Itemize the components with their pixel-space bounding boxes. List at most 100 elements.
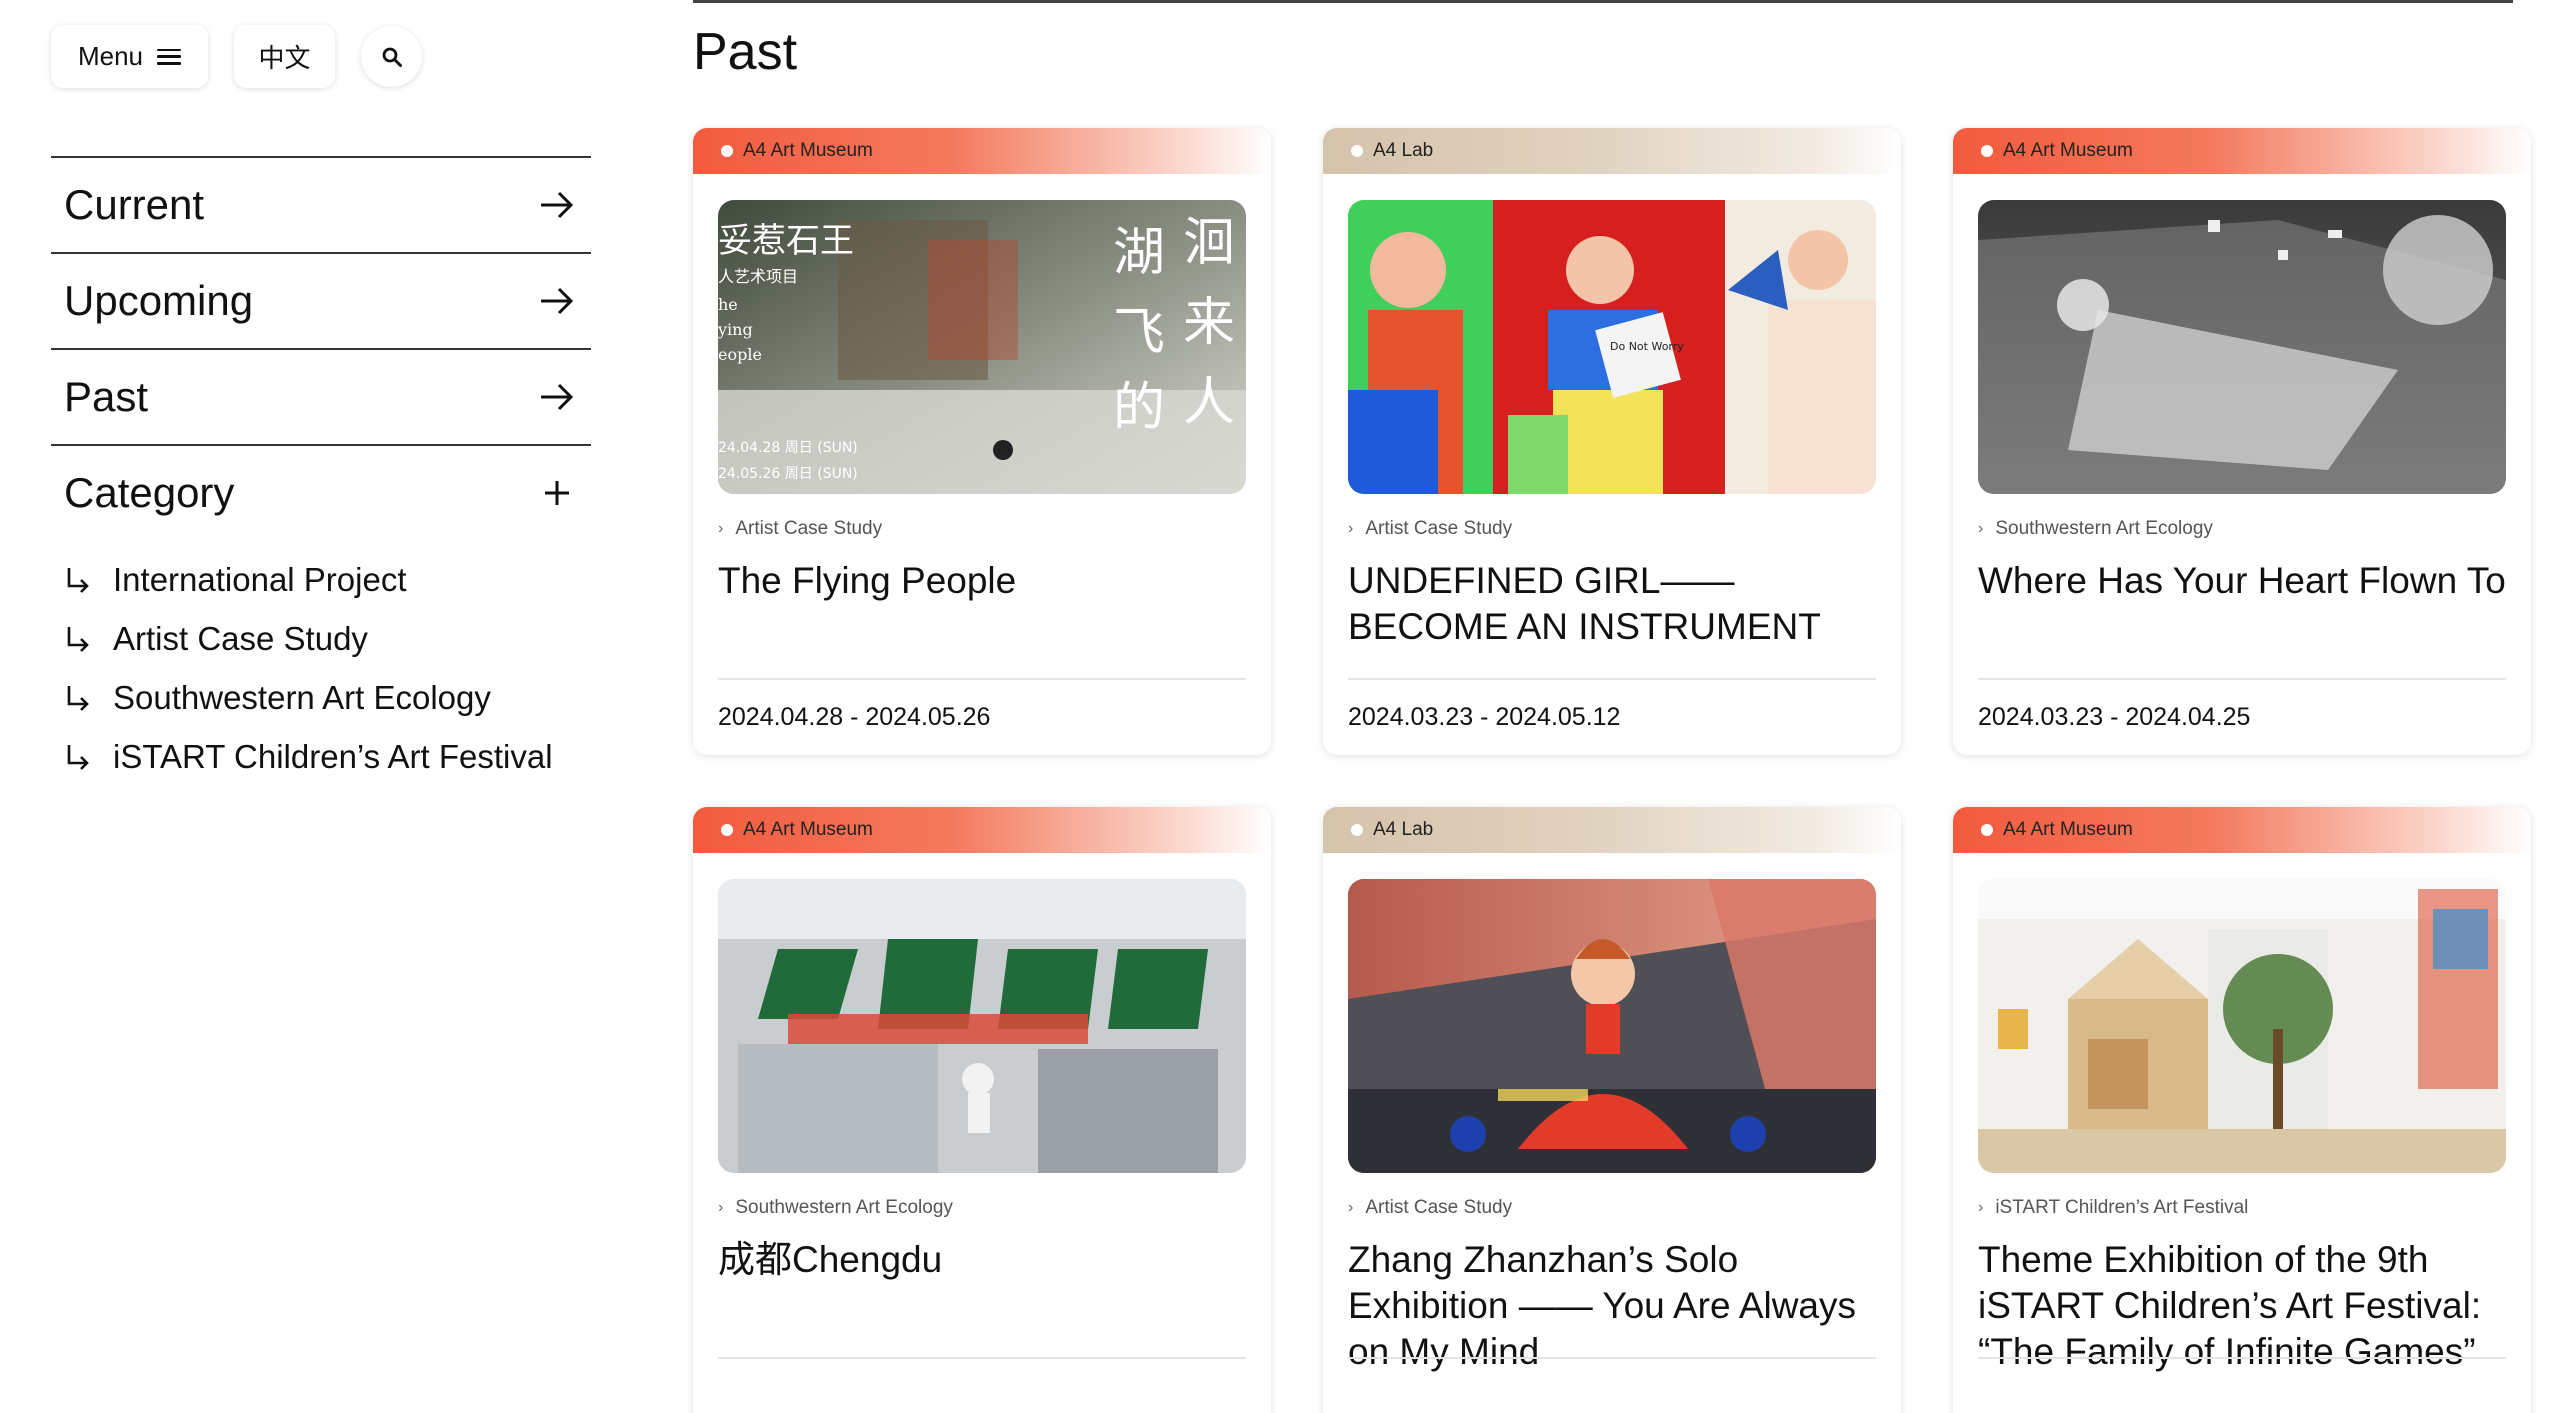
poster-text: he xyxy=(718,295,738,314)
card-title: Where Has Your Heart Flown To xyxy=(1978,560,2506,601)
return-arrow-icon xyxy=(67,685,89,711)
poster-text: 的 xyxy=(1113,378,1165,438)
menu-label: Menu xyxy=(77,41,144,71)
card-category-label: Southwestern Art Ecology xyxy=(735,1197,953,1218)
poster-text: ying xyxy=(718,320,753,339)
card-category[interactable]: › iSTART Children’s Art Festival xyxy=(1978,1197,2248,1219)
venue-tag: A4 Art Museum xyxy=(693,807,1271,853)
poster-text: 湖 xyxy=(1113,223,1165,283)
poster-text: 洄 xyxy=(1183,213,1235,273)
chevron-right-icon: › xyxy=(1978,520,1984,537)
poster-text: 飞 xyxy=(1113,303,1165,363)
card-category-label: iSTART Children’s Art Festival xyxy=(1995,1197,2249,1218)
card-title: Theme Exhibition of the 9th iSTART Child… xyxy=(1978,1239,2482,1372)
venue-label: A4 Art Museum xyxy=(743,140,873,161)
return-arrow-icon xyxy=(67,567,89,593)
exhibition-image xyxy=(718,879,1246,1173)
category-item-artist-case-study[interactable]: Artist Case Study xyxy=(65,609,591,668)
card-category[interactable]: › Southwestern Art Ecology xyxy=(1978,518,2213,540)
card-divider xyxy=(1348,678,1876,680)
nav-item-label: Current xyxy=(64,181,205,228)
card-title: 成都Chengdu xyxy=(718,1239,943,1280)
nav-item-label: Upcoming xyxy=(64,277,254,324)
card-title: The Flying People xyxy=(718,560,1017,601)
poster-text: 24.04.28 周日 (SUN) xyxy=(718,440,858,456)
poster-text: Do Not Worry xyxy=(1610,340,1684,353)
venue-label: A4 Art Museum xyxy=(2003,140,2133,161)
main-top-rule xyxy=(693,0,2513,3)
poster-text: 来 xyxy=(1183,293,1235,353)
category-item-label: iSTART Children’s Art Festival xyxy=(113,737,553,775)
nav-item-label: Category xyxy=(64,469,235,516)
poster-text: 人 xyxy=(1183,373,1235,433)
card-divider xyxy=(1978,1357,2506,1359)
exhibition-card[interactable]: A4 Art Museum › Southwestern Art Ecology … xyxy=(1953,128,2531,755)
language-toggle-button[interactable]: 中文 xyxy=(234,25,335,88)
exhibition-image xyxy=(1978,879,2506,1173)
card-category[interactable]: › Artist Case Study xyxy=(1348,518,1512,540)
venue-tag: A4 Art Museum xyxy=(693,128,1271,174)
return-arrow-icon xyxy=(67,744,89,770)
venue-tag: A4 Lab xyxy=(1323,128,1901,174)
poster-text: 妥惹石王 xyxy=(718,221,854,261)
poster-text: eople xyxy=(718,345,762,364)
card-date: 2024.04.28 - 2024.05.26 xyxy=(718,703,991,731)
arrow-right-icon xyxy=(541,191,574,219)
venue-tag: A4 Art Museum xyxy=(1953,128,2531,174)
dot-icon xyxy=(1351,145,1363,157)
exhibition-image: 湖 飞 的 洄 来 人 妥惹石王 人艺术项目 he ying eople 24.… xyxy=(718,200,1246,494)
card-category[interactable]: › Artist Case Study xyxy=(1348,1197,1512,1219)
venue-label: A4 Lab xyxy=(1373,819,1434,840)
card-divider xyxy=(1348,1357,1876,1359)
exhibition-card[interactable]: A4 Art Museum 湖 飞 的 洄 来 人 妥惹石王 人艺术项目 he … xyxy=(693,128,1271,755)
chevron-right-icon: › xyxy=(718,1199,724,1216)
exhibition-card[interactable]: A4 Art Museum › Southwestern Art Ecology … xyxy=(693,807,1271,1413)
category-item-istart-childrens-art-festival[interactable]: iSTART Children’s Art Festival xyxy=(65,727,591,786)
hamburger-icon xyxy=(157,48,182,65)
exhibition-image: Do Not Worry xyxy=(1348,200,1876,494)
arrow-right-icon xyxy=(541,287,574,315)
category-item-international-project[interactable]: International Project xyxy=(65,550,591,609)
nav-item-past[interactable]: Past xyxy=(51,348,591,444)
venue-label: A4 Lab xyxy=(1373,140,1434,161)
venue-tag: A4 Lab xyxy=(1323,807,1901,853)
nav-item-current[interactable]: Current xyxy=(51,156,591,252)
category-item-label: Southwestern Art Ecology xyxy=(113,678,491,716)
chevron-right-icon: › xyxy=(718,520,724,537)
card-divider xyxy=(718,678,1246,680)
search-button[interactable] xyxy=(361,26,422,87)
chevron-right-icon: › xyxy=(1348,1199,1354,1216)
nav-item-category[interactable]: Category xyxy=(51,444,591,540)
poster-text: 人艺术项目 xyxy=(718,267,798,286)
arrow-right-icon xyxy=(541,383,574,411)
card-title: UNDEFINED GIRL—— BECOME AN INSTRUMENT xyxy=(1348,560,1821,647)
dot-icon xyxy=(1351,824,1363,836)
exhibition-card[interactable]: A4 Art Museum › iSTART Children’s Art Fes… xyxy=(1953,807,2531,1413)
dot-icon xyxy=(1981,824,1993,836)
category-list: International Project Artist Case Study … xyxy=(51,550,591,786)
sidebar-nav: Current Upcoming Past Category Internati… xyxy=(51,156,591,786)
exhibition-card[interactable]: A4 Lab Do Not Worry › Artist Case Study xyxy=(1323,128,1901,755)
dot-icon xyxy=(721,824,733,836)
top-controls: Menu 中文 xyxy=(51,25,422,88)
exhibition-card[interactable]: A4 Lab › Artist Case Study Zhang Zhanzhan… xyxy=(1323,807,1901,1413)
exhibition-grid: A4 Art Museum 湖 飞 的 洄 来 人 妥惹石王 人艺术项目 he … xyxy=(693,128,2538,1413)
page-title: Past xyxy=(693,23,798,81)
venue-tag: A4 Art Museum xyxy=(1953,807,2531,853)
return-arrow-icon xyxy=(67,626,89,652)
category-item-southwestern-art-ecology[interactable]: Southwestern Art Ecology xyxy=(65,668,591,727)
nav-item-upcoming[interactable]: Upcoming xyxy=(51,252,591,348)
category-item-label: Artist Case Study xyxy=(113,619,368,657)
card-date: 2024.03.23 - 2024.04.25 xyxy=(1978,703,2251,731)
chevron-right-icon: › xyxy=(1978,1199,1984,1216)
card-date: 2024.03.23 - 2024.05.12 xyxy=(1348,703,1621,731)
exhibition-image xyxy=(1348,879,1876,1173)
menu-button[interactable]: Menu xyxy=(51,25,208,88)
card-category[interactable]: › Southwestern Art Ecology xyxy=(718,1197,953,1219)
poster-text: 24.05.26 周日 (SUN) xyxy=(718,466,858,482)
card-category[interactable]: › Artist Case Study xyxy=(718,518,882,540)
venue-label: A4 Art Museum xyxy=(743,819,873,840)
plus-icon xyxy=(545,481,569,505)
chevron-right-icon: › xyxy=(1348,520,1354,537)
exhibition-image xyxy=(1978,200,2506,494)
